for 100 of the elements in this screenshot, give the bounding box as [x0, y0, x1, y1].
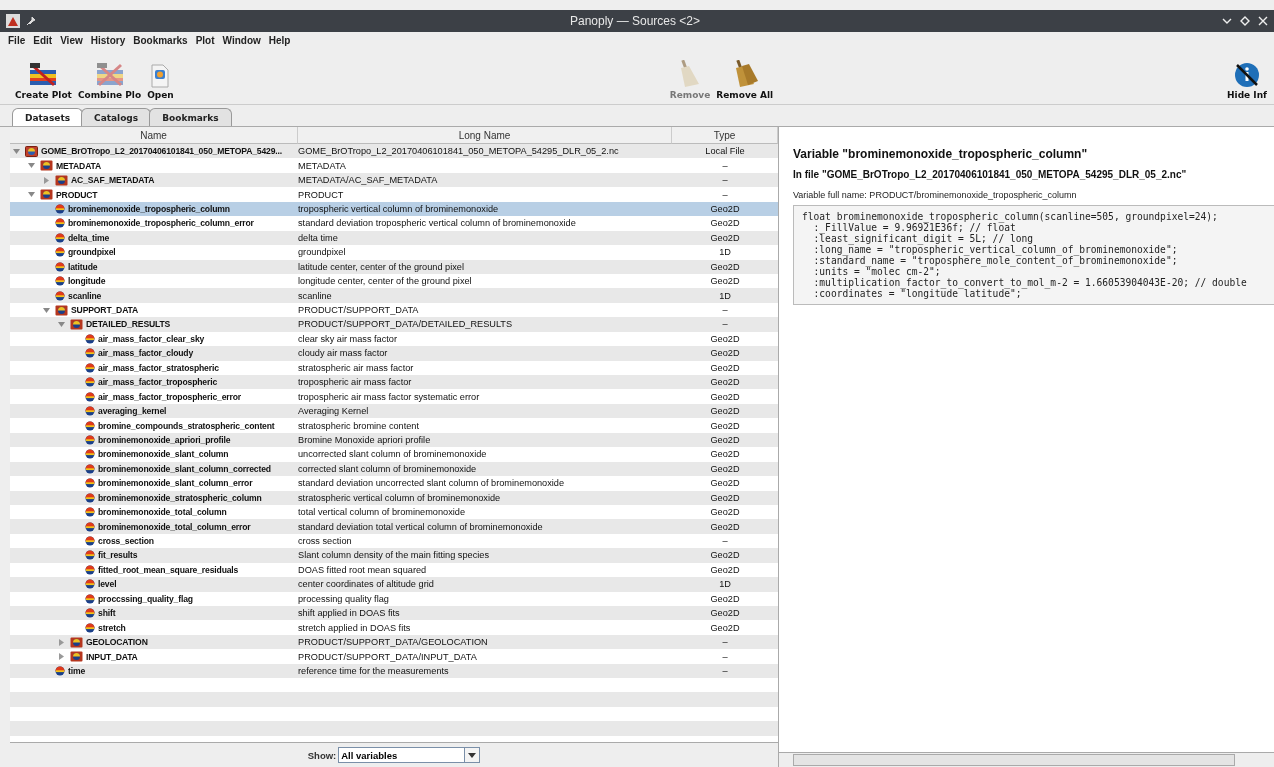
long-name-cell: PRODUCT — [298, 187, 672, 202]
expand-arrow-icon[interactable] — [58, 638, 65, 646]
globe-icon — [85, 507, 95, 518]
tree-row-name[interactable]: air_mass_factor_cloudy — [10, 346, 298, 361]
menu-item[interactable]: Bookmarks — [129, 34, 192, 46]
tree-row-name[interactable]: bromine_compounds_stratospheric_content — [10, 418, 298, 433]
tree-row-name[interactable]: brominemonoxide_slant_column — [10, 447, 298, 462]
tree-row-name[interactable]: PRODUCT — [10, 187, 298, 202]
toolbar-button[interactable]: Hide Inf — [1224, 62, 1270, 100]
node-name: groundpixel — [68, 247, 116, 258]
node-name: SUPPORT_DATA — [71, 305, 139, 316]
tree-row-name[interactable]: stretch — [10, 620, 298, 635]
node-name: fit_results — [98, 550, 138, 561]
tree-row-name[interactable]: groundpixel — [10, 245, 298, 260]
node-name: DETAILED_RESULTS — [86, 319, 171, 330]
collapse-arrow-icon[interactable] — [28, 191, 35, 199]
tree-row-name[interactable]: DETAILED_RESULTS — [10, 317, 298, 332]
expand-arrow-icon[interactable] — [43, 176, 50, 184]
collapse-arrow-icon[interactable] — [13, 147, 20, 155]
tree-row-name[interactable]: GOME_BrOTropo_L2_20170406101841_050_METOPA_5429... — [10, 144, 298, 159]
full-name-text: Variable full name: PRODUCT/brominemonoxide_tropospheric_column — [793, 190, 1078, 200]
type-cell: – — [672, 187, 778, 202]
menu-item[interactable]: History — [86, 34, 130, 46]
code-line: :standard_name = "troposphere_mole_content_of_brominemonoxide"; — [812, 255, 1179, 266]
node-name: brominemonoxide_tropospheric_column_error — [68, 218, 254, 229]
tree-row-name[interactable]: INPUT_DATA — [10, 649, 298, 664]
tree-row-name[interactable]: scanline — [10, 288, 298, 303]
maximize-icon[interactable] — [1240, 16, 1250, 26]
collapse-arrow-icon[interactable] — [58, 320, 65, 328]
globe-icon — [85, 593, 95, 604]
tree-row-name[interactable]: METADATA — [10, 158, 298, 173]
toolbar-button[interactable]: Remove All — [713, 60, 777, 100]
toolbar-button[interactable]: Open — [144, 64, 177, 100]
globe-icon — [85, 463, 95, 474]
long-name-cell: METADATA — [298, 158, 672, 173]
tree-row-name[interactable]: air_mass_factor_tropospheric_error — [10, 389, 298, 404]
pin-icon[interactable] — [26, 16, 36, 26]
globe-icon — [85, 536, 95, 547]
node-name: AC_SAF_METADATA — [71, 175, 155, 186]
toolbar-button[interactable]: Create Plot — [12, 62, 75, 100]
plot-hammer-icon — [28, 62, 59, 88]
collapse-arrow-icon[interactable] — [28, 162, 35, 170]
menu-item[interactable]: File — [4, 34, 30, 46]
node-name: brominemonoxide_slant_column_error — [98, 478, 253, 489]
close-icon[interactable] — [1258, 16, 1268, 26]
type-cell: Geo2D — [672, 346, 778, 361]
file-name-text: In file "GOME_BrOTropo_L2_20170406101841_050_METOPA_54295_DLR_05_2.nc" — [793, 169, 1188, 180]
globe-icon — [55, 261, 65, 272]
tree-row-name[interactable]: shift — [10, 606, 298, 621]
code-line: :least_significant_digit = 5L; // long — [812, 233, 1034, 244]
collapse-arrow-icon[interactable] — [43, 306, 50, 314]
menu-item[interactable]: View — [56, 34, 87, 46]
tree-row-name[interactable]: brominemonoxide_slant_column_error — [10, 476, 298, 491]
type-cell: Geo2D — [672, 447, 778, 462]
tree-row-name[interactable]: fit_results — [10, 548, 298, 563]
globe-icon — [85, 478, 95, 489]
node-name: air_mass_factor_clear_sky — [98, 333, 205, 344]
type-cell: Geo2D — [672, 519, 778, 534]
globe-icon — [85, 550, 95, 561]
tree-row-name[interactable]: level — [10, 577, 298, 592]
column-header[interactable]: Name — [10, 127, 298, 144]
code-line: float brominemonoxide_tropospheric_column(scanline=505, groundpixel=24); — [802, 211, 1219, 222]
scroll-thumb[interactable] — [793, 754, 1235, 766]
globe-icon — [85, 564, 95, 575]
app-icon — [6, 14, 20, 28]
node-name: air_mass_factor_tropospheric_error — [98, 391, 241, 402]
node-name: cross_section — [98, 536, 154, 547]
tree-row-name[interactable]: brominemonoxide_total_column_error — [10, 519, 298, 534]
long-name-cell: Slant column density of the main fitting species — [298, 548, 672, 563]
menu-item[interactable]: Help — [264, 34, 295, 46]
node-name: brominemonoxide_total_column_error — [98, 521, 251, 532]
column-header[interactable]: Type — [672, 127, 778, 144]
globe-icon — [85, 420, 95, 431]
node-name: fitted_root_mean_square_residuals — [98, 564, 239, 575]
globe-icon — [85, 377, 95, 388]
menu-item[interactable]: Window — [218, 34, 265, 46]
tab[interactable]: Datasets — [12, 108, 84, 126]
globe-icon — [55, 290, 65, 301]
tree-row-name[interactable]: brominemonoxide_tropospheric_column_error — [10, 216, 298, 231]
horizontal-scrollbar[interactable] — [779, 752, 1274, 767]
code-line: :units = "molec cm-2"; — [812, 266, 941, 277]
type-cell: Local File — [672, 144, 778, 159]
node-name: delta_time — [68, 232, 109, 243]
menu-item[interactable]: Edit — [29, 34, 57, 46]
long-name-cell: cloudy air mass factor — [298, 346, 672, 361]
node-name: air_mass_factor_tropospheric — [98, 377, 218, 388]
long-name-cell: shift applied in DOAS fits — [298, 606, 672, 621]
tab[interactable]: Bookmarks — [149, 108, 232, 126]
menu-item[interactable]: Plot — [191, 34, 219, 46]
variables-dropdown[interactable]: All variables — [338, 747, 481, 763]
globe-icon — [85, 348, 95, 359]
type-cell: – — [672, 158, 778, 173]
window-title: Panoply — Sources <2> — [568, 14, 702, 28]
minimize-icon[interactable] — [1222, 16, 1232, 26]
tab[interactable]: Catalogs — [81, 108, 152, 126]
type-cell: Geo2D — [672, 548, 778, 563]
expand-arrow-icon[interactable] — [58, 653, 65, 661]
toolbar-button[interactable]: Combine Plo — [74, 62, 145, 100]
column-header[interactable]: Long Name — [298, 127, 672, 144]
tree-row-name[interactable]: air_mass_factor_tropospheric — [10, 375, 298, 390]
